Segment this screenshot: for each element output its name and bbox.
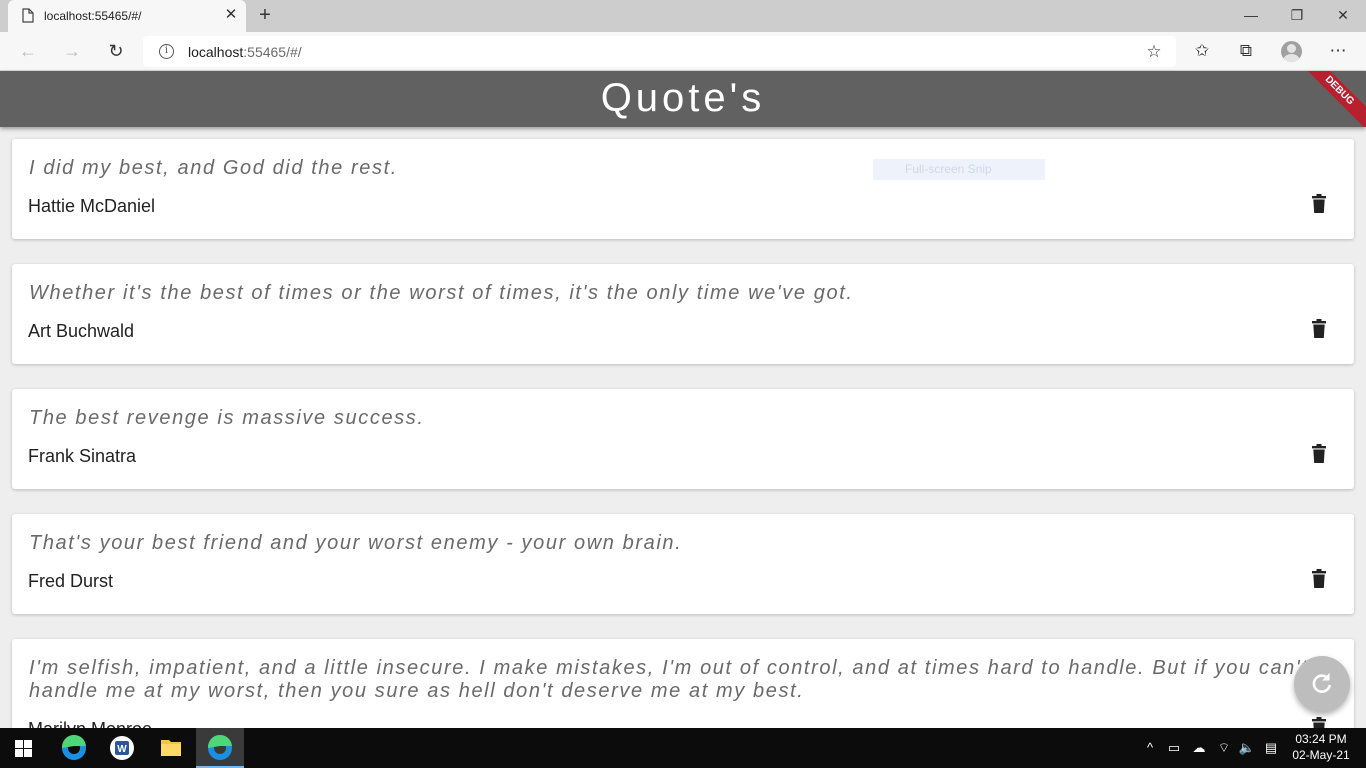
taskbar-edge-active-icon[interactable] xyxy=(196,728,244,768)
close-window-button[interactable]: ✕ xyxy=(1328,4,1358,26)
browser-tab-bar: localhost:55465/#/ ✕ + — ❐ ✕ xyxy=(0,0,1366,32)
volume-icon[interactable]: 🔈 xyxy=(1238,738,1256,758)
taskbar-clock[interactable]: 03:24 PM 02-May-21 xyxy=(1288,731,1354,763)
snip-overlay: Full-screen Snip xyxy=(873,159,1045,180)
taskbar-edge-icon[interactable] xyxy=(50,728,98,768)
quote-text: Whether it's the best of times or the wo… xyxy=(29,282,854,304)
favorites-icon[interactable]: ✩ xyxy=(1191,40,1213,62)
collections-icon[interactable]: ⧉ xyxy=(1235,40,1257,62)
forward-button[interactable]: → xyxy=(61,40,83,62)
delete-icon[interactable] xyxy=(1312,194,1326,213)
wifi-icon[interactable]: ⌔ xyxy=(1215,738,1233,758)
info-icon[interactable]: i xyxy=(159,44,174,59)
quote-card: I did my best, and God did the rest. Hat… xyxy=(12,139,1354,239)
quote-author: Fred Durst xyxy=(28,571,114,591)
back-button[interactable]: ← xyxy=(17,40,39,62)
refresh-fab[interactable] xyxy=(1294,656,1350,712)
tab-title: localhost:55465/#/ xyxy=(44,9,142,23)
profile-avatar[interactable] xyxy=(1281,41,1302,62)
quote-text: I did my best, and God did the rest. xyxy=(29,157,398,179)
quote-card: I'm selfish, impatient, and a little ins… xyxy=(12,639,1354,728)
quote-card: That's your best friend and your worst e… xyxy=(12,514,1354,614)
quote-text: The best revenge is massive success. xyxy=(29,407,425,429)
quote-list[interactable]: I did my best, and God did the rest. Hat… xyxy=(0,127,1366,728)
address-bar[interactable]: i localhost:55465/#/ ☆ xyxy=(143,36,1176,67)
onedrive-icon[interactable]: ☁ xyxy=(1190,738,1208,758)
restore-button[interactable]: ❐ xyxy=(1282,4,1312,26)
minimize-button[interactable]: — xyxy=(1236,4,1266,26)
page-icon xyxy=(22,8,34,23)
windows-taskbar: W ^ ▭ ☁ ⌔ 🔈 ▤ 03:24 PM 02-May-21 xyxy=(0,728,1366,768)
quote-text: That's your best friend and your worst e… xyxy=(29,532,683,554)
page-title: Quote's xyxy=(600,76,766,120)
svg-text:W: W xyxy=(117,744,127,755)
add-favorite-icon[interactable]: ☆ xyxy=(1144,42,1164,62)
delete-icon[interactable] xyxy=(1312,319,1326,338)
taskbar-file-explorer-icon[interactable] xyxy=(147,728,195,768)
battery-icon[interactable]: ▭ xyxy=(1166,738,1182,758)
close-tab-icon[interactable]: ✕ xyxy=(224,7,238,22)
url-text: localhost:55465/#/ xyxy=(188,44,302,60)
app-bar: Quote's DEBUG xyxy=(0,71,1366,127)
quote-card: Whether it's the best of times or the wo… xyxy=(12,264,1354,364)
notifications-icon[interactable]: ▤ xyxy=(1262,738,1280,758)
quote-card: The best revenge is massive success. Fra… xyxy=(12,389,1354,489)
quote-author: Hattie McDaniel xyxy=(28,196,156,216)
quote-text: I'm selfish, impatient, and a little ins… xyxy=(29,657,1309,702)
quote-author: Frank Sinatra xyxy=(28,446,137,466)
refresh-button[interactable]: ↻ xyxy=(105,40,127,62)
new-tab-button[interactable]: + xyxy=(256,5,274,25)
clock-date: 02-May-21 xyxy=(1292,748,1350,762)
browser-tab[interactable]: localhost:55465/#/ ✕ xyxy=(8,0,246,32)
delete-icon[interactable] xyxy=(1312,717,1326,728)
delete-icon[interactable] xyxy=(1312,569,1326,588)
quote-author: Art Buchwald xyxy=(28,321,135,341)
windows-start-icon[interactable] xyxy=(15,740,32,757)
chevron-up-icon[interactable]: ^ xyxy=(1143,738,1157,758)
taskbar-word-icon[interactable]: W xyxy=(98,728,146,768)
clock-time: 03:24 PM xyxy=(1295,732,1347,746)
delete-icon[interactable] xyxy=(1312,444,1326,463)
browser-toolbar: ← → ↻ i localhost:55465/#/ ☆ ✩ ⧉ ⋯ xyxy=(0,32,1366,71)
more-menu-icon[interactable]: ⋯ xyxy=(1327,40,1349,62)
quote-author: Marilyn Monroe xyxy=(28,719,152,728)
refresh-icon xyxy=(1312,673,1332,693)
